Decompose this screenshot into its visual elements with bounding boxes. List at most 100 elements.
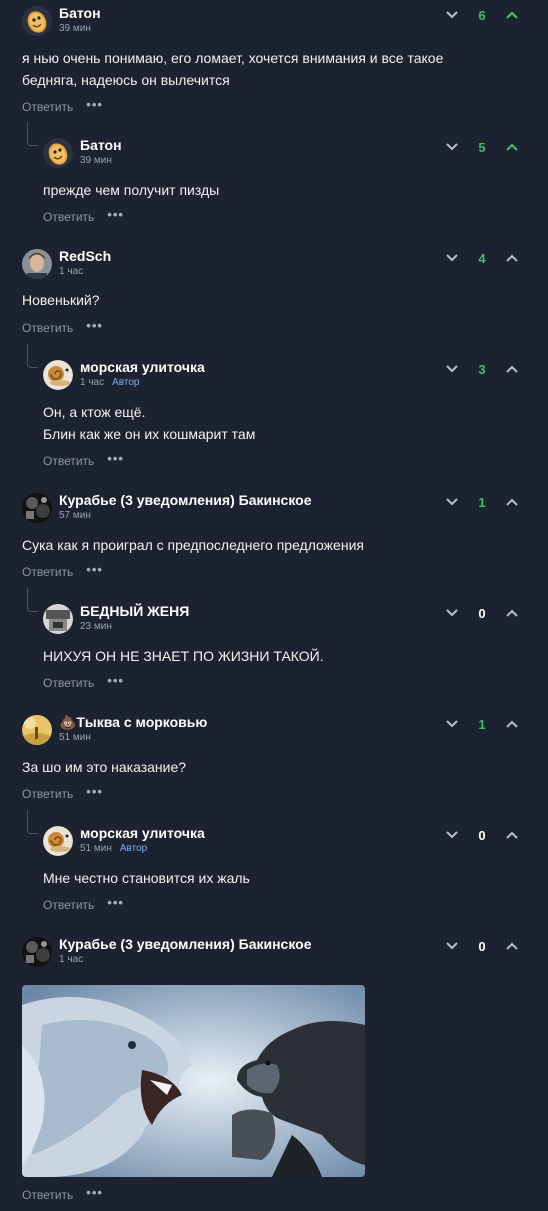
chevron-down-icon[interactable] (445, 828, 459, 842)
comment-text: я нью очень понимаю, его ломает, хочется… (22, 47, 443, 91)
author-name[interactable]: RedSch (59, 248, 111, 264)
vote-score: 6 (478, 8, 486, 23)
comment-actions: Ответить ••• (22, 1185, 103, 1202)
more-options-button[interactable]: ••• (86, 1185, 103, 1200)
baton-icon (43, 138, 73, 168)
snail-icon (43, 826, 73, 856)
avatar[interactable] (22, 493, 52, 523)
comment-reply: БЕДНЫЙ ЖЕНЯ 23 мин 0 НИХУЯ ОН НЕ ЗНАЕТ П… (0, 603, 548, 690)
comment-meta: 1 час (59, 266, 83, 277)
avatar[interactable] (43, 138, 73, 168)
author-name[interactable]: Батон (80, 137, 122, 153)
comment-actions: Ответить ••• (22, 784, 103, 801)
comment-time: 57 мин (59, 510, 91, 521)
chevron-up-icon[interactable] (505, 251, 519, 265)
reply-button[interactable]: Ответить (43, 676, 94, 690)
avatar[interactable] (43, 604, 73, 634)
chevron-down-icon[interactable] (445, 606, 459, 620)
comment: Батон 39 мин 6 я нью очень понимаю, его … (0, 5, 548, 114)
more-options-button[interactable]: ••• (86, 97, 103, 112)
chevron-down-icon[interactable] (445, 140, 459, 154)
comment-text: Сука как я проиграл с предпоследнего пре… (22, 534, 364, 556)
comment-header: Батон 39 мин (22, 5, 548, 40)
vote-score: 5 (478, 140, 486, 155)
chevron-down-icon[interactable] (445, 251, 459, 265)
reply-button[interactable]: Ответить (22, 321, 73, 335)
comment-time: 39 мин (80, 155, 112, 166)
comment: 💩Тыква с морковью 51 мин 1 За шо им это … (0, 714, 548, 801)
reply-button[interactable]: Ответить (22, 100, 73, 114)
lion-vs-chimpanzee-image[interactable] (22, 985, 365, 1177)
chevron-up-icon[interactable] (505, 828, 519, 842)
baton-icon (22, 6, 52, 36)
avatar[interactable] (22, 249, 52, 279)
comment-header: 💩Тыква с морковью 51 мин (22, 714, 548, 749)
attached-image (22, 985, 365, 1177)
comment-text-line: Новенький? (22, 292, 100, 308)
chevron-up-icon[interactable] (505, 8, 519, 22)
chevron-up-icon[interactable] (505, 606, 519, 620)
comment-meta: 23 мин (80, 621, 112, 632)
comment-actions: Ответить ••• (43, 895, 124, 912)
avatar[interactable] (22, 715, 52, 745)
chevron-down-icon[interactable] (445, 8, 459, 22)
comment: Курабье (3 уведомления) Бакинское 57 мин… (0, 492, 548, 579)
comment-actions: Ответить ••• (22, 97, 103, 114)
more-options-button[interactable]: ••• (86, 784, 103, 799)
snail-icon (43, 360, 73, 390)
more-options-button[interactable]: ••• (107, 895, 124, 910)
author-name[interactable]: морская улиточка (80, 359, 205, 375)
comment-reply: морская улиточка 1 час Автор 3 Он, а ктож… (0, 359, 548, 468)
more-options-button[interactable]: ••• (107, 207, 124, 222)
chevron-down-icon[interactable] (445, 717, 459, 731)
author-name[interactable]: 💩Тыква с морковью (59, 714, 207, 731)
chevron-down-icon[interactable] (445, 362, 459, 376)
avatar[interactable] (43, 826, 73, 856)
chevron-down-icon[interactable] (445, 495, 459, 509)
comment: RedSch 1 час 4 Новенький? Ответить ••• (0, 248, 548, 335)
chevron-up-icon[interactable] (505, 495, 519, 509)
comment-actions: Ответить ••• (43, 207, 124, 224)
comment-meta: 51 мин Автор (80, 843, 147, 854)
reply-button[interactable]: Ответить (43, 454, 94, 468)
author-name[interactable]: Курабье (3 уведомления) Бакинское (59, 492, 312, 508)
chevron-down-icon[interactable] (445, 939, 459, 953)
chevron-up-icon[interactable] (505, 939, 519, 953)
comment-text: НИХУЯ ОН НЕ ЗНАЕТ ПО ЖИЗНИ ТАКОЙ. (43, 645, 324, 667)
author-badge: Автор (112, 377, 140, 388)
comment-time: 1 час (80, 377, 105, 388)
comment-text-line: я нью очень понимаю, его ломает, хочется… (22, 50, 444, 66)
comment-actions: Ответить ••• (43, 673, 124, 690)
comment-time: 51 мин (80, 843, 112, 854)
comment-actions: Ответить ••• (22, 562, 103, 579)
comment-time: 51 мин (59, 732, 91, 743)
chevron-up-icon[interactable] (505, 362, 519, 376)
more-options-button[interactable]: ••• (107, 673, 124, 688)
reply-button[interactable]: Ответить (43, 898, 94, 912)
comment-meta: 51 мин (59, 732, 91, 743)
comment-actions: Ответить ••• (43, 451, 124, 468)
reply-button[interactable]: Ответить (22, 1188, 73, 1202)
vote-score: 1 (478, 495, 486, 510)
comment: Курабье (3 уведомления) Бакинское 1 час … (0, 936, 548, 1202)
comment-meta: 57 мин (59, 510, 91, 521)
author-name[interactable]: Курабье (3 уведомления) Бакинское (59, 936, 312, 952)
more-options-button[interactable]: ••• (86, 318, 103, 333)
comment-text-line: Мне честно становится их жаль (43, 870, 250, 886)
reply-button[interactable]: Ответить (22, 565, 73, 579)
avatar[interactable] (22, 937, 52, 967)
author-name[interactable]: морская улиточка (80, 825, 205, 841)
more-options-button[interactable]: ••• (107, 451, 124, 466)
reply-button[interactable]: Ответить (22, 787, 73, 801)
author-name[interactable]: БЕДНЫЙ ЖЕНЯ (80, 603, 189, 619)
comment-text-line: прежде чем получит пизды (43, 182, 220, 198)
comment-text-line: Сука как я проиграл с предпоследнего пре… (22, 537, 364, 553)
chevron-up-icon[interactable] (505, 717, 519, 731)
reply-button[interactable]: Ответить (43, 210, 94, 224)
avatar[interactable] (43, 360, 73, 390)
avatar[interactable] (22, 6, 52, 36)
comment-text-line: За шо им это наказание? (22, 759, 187, 775)
more-options-button[interactable]: ••• (86, 562, 103, 577)
author-name[interactable]: Батон (59, 5, 101, 21)
chevron-up-icon[interactable] (505, 140, 519, 154)
